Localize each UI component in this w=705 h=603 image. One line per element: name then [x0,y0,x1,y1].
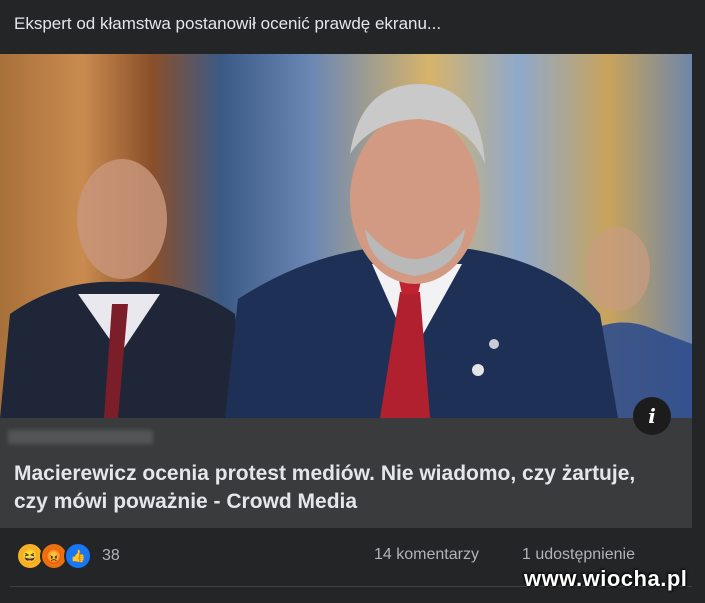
comments-count-link[interactable]: 14 komentarzy [374,546,479,564]
reactions-summary[interactable]: 😆 😡 👍 38 [16,542,120,570]
photo-illustration [0,84,692,418]
shares-count-link[interactable]: 1 udostępnienie [522,546,635,564]
reaction-count: 38 [102,547,120,564]
link-preview-image[interactable] [0,54,692,418]
info-icon[interactable]: i [633,397,671,435]
link-source-blurred [8,430,153,444]
post-text: Ekspert od kłamstwa postanowił ocenić pr… [14,14,442,33]
watermark: www.wiocha.pl [524,566,688,591]
link-title[interactable]: Macierewicz ocenia protest mediów. Nie w… [14,460,654,516]
link-card[interactable]: Macierewicz ocenia protest mediów. Nie w… [0,418,692,528]
like-icon: 👍 [64,542,92,570]
